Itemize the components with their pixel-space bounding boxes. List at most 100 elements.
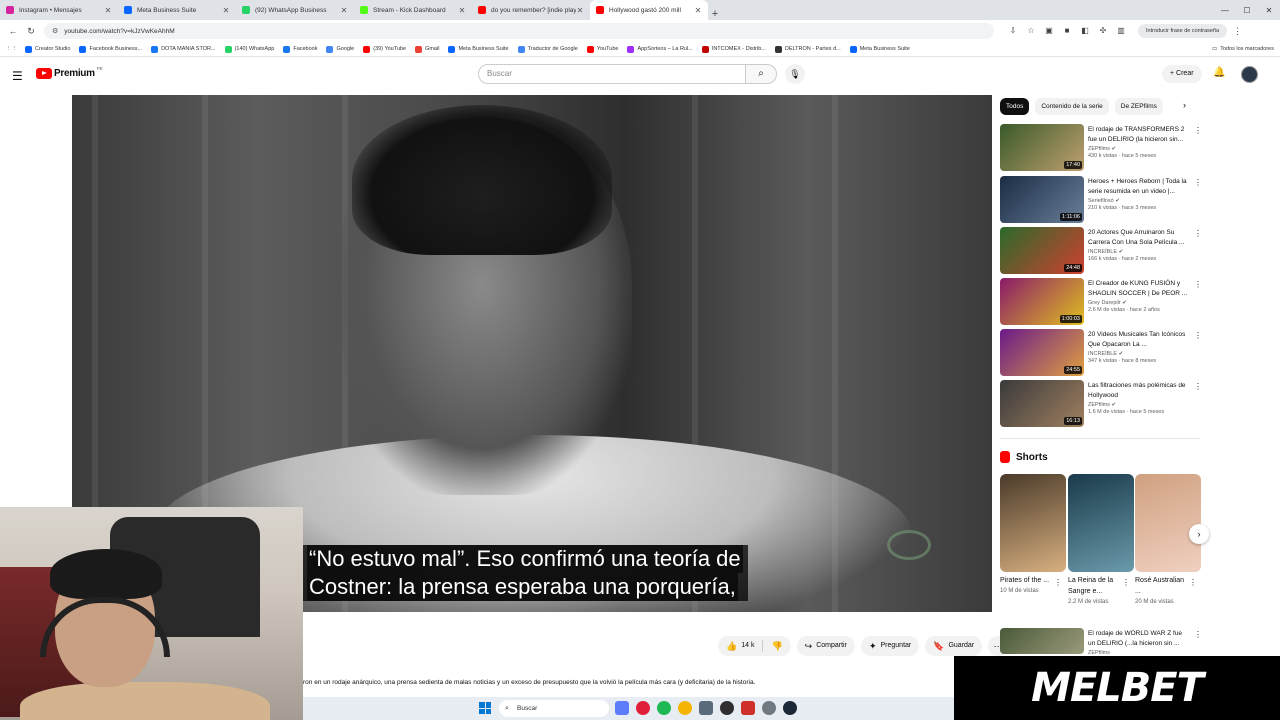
bookmark-item[interactable]: Facebook [283, 45, 317, 53]
browser-tab[interactable]: Stream - Kick Dashboard ✕ [354, 0, 472, 20]
bookmark-item[interactable]: Gmail [415, 45, 439, 53]
apps-icon[interactable]: ⋮⋮ [6, 46, 17, 52]
more-options-icon[interactable]: ⋮ [1194, 331, 1202, 340]
new-tab-button[interactable]: + [708, 8, 722, 20]
app-icon[interactable] [741, 701, 755, 715]
caption-line: Costner: la prensa esperaba una porquerí… [307, 573, 738, 601]
bookmark-item[interactable]: (140) WhatsApp [224, 45, 274, 53]
share-button[interactable]: ↪ Compartir [796, 636, 855, 656]
search-input[interactable]: Buscar [478, 64, 746, 84]
tab-close-icon[interactable]: ✕ [458, 6, 466, 15]
more-options-icon[interactable]: ⋮ [1189, 578, 1197, 587]
url-field[interactable]: ⚙ youtube.com/watch?v=kJzVwKeAhhM [44, 23, 994, 39]
filter-chip[interactable]: De ZEPfilms [1114, 97, 1163, 115]
windows-start-icon[interactable] [479, 702, 491, 714]
more-options-icon[interactable]: ⋮ [1194, 178, 1202, 187]
menu-icon[interactable]: ☰ [12, 69, 23, 83]
search-button[interactable]: ⌕ [745, 64, 777, 84]
recommendation-item[interactable]: 1:00:03 El Creador de KUNG FUSIÓN y SHAOL… [1000, 278, 1202, 326]
more-options-icon[interactable]: ⋮ [1054, 578, 1062, 587]
notifications-bell-icon[interactable]: 🔔 [1213, 67, 1225, 78]
extension-icon[interactable]: ◧ [1079, 25, 1091, 37]
more-options-icon[interactable]: ⋮ [1194, 280, 1202, 289]
minimize-icon[interactable]: — [1214, 6, 1236, 15]
steam-icon[interactable] [783, 701, 797, 715]
browser-tab[interactable]: Hollywood gastó 200 mill ✕ [590, 0, 708, 20]
more-options-icon[interactable]: ⋮ [1122, 578, 1130, 587]
reload-icon[interactable]: ↻ [24, 26, 38, 37]
recommendation-item[interactable]: 24:55 20 Videos Musicales Tan Icónicos Qu… [1000, 329, 1202, 377]
all-bookmarks[interactable]: ▭ Todos los marcadores [1212, 46, 1274, 52]
extension-icon[interactable]: ▣ [1043, 25, 1055, 37]
bookmark-item[interactable]: (39) YouTube [363, 45, 406, 53]
taskbar-search-input[interactable]: ⌕ Buscar [499, 700, 609, 717]
back-icon[interactable]: ← [6, 26, 20, 36]
video-description[interactable]: ron en un rodaje anárquico, una prensa s… [303, 679, 755, 686]
site-info-icon[interactable]: ⚙ [52, 27, 58, 35]
bookmark-item[interactable]: Google [326, 45, 354, 53]
extension-icon[interactable]: ■ [1061, 25, 1073, 37]
tab-close-icon[interactable]: ✕ [694, 6, 702, 15]
avatar[interactable] [1241, 66, 1258, 83]
browser-tab[interactable]: do you remember? [indie playli ✕ [472, 0, 590, 20]
shorts-next-icon[interactable]: › [1189, 524, 1209, 544]
youtube-logo[interactable]: Premium PE [36, 66, 103, 79]
chrome-icon[interactable] [678, 701, 692, 715]
bookmark-star-icon[interactable]: ☆ [1025, 25, 1037, 37]
recommendation-item[interactable]: 17:40 El rodaje de TRANSFORMERS 2 fue un … [1000, 124, 1202, 172]
bookmark-item[interactable]: Traductor de Google [517, 45, 578, 53]
tab-close-icon[interactable]: ✕ [340, 6, 348, 15]
channel-watermark-icon [887, 530, 931, 560]
tab-close-icon[interactable]: ✕ [576, 6, 584, 15]
browser-tab[interactable]: (92) WhatsApp Business ✕ [236, 0, 354, 20]
sidepanel-icon[interactable]: ▥ [1115, 25, 1127, 37]
browser-tab[interactable]: Meta Business Suite ✕ [118, 0, 236, 20]
more-options-icon[interactable]: ⋮ [1194, 382, 1202, 391]
close-window-icon[interactable]: ✕ [1258, 6, 1280, 15]
shorts-title: Shorts [1016, 451, 1048, 463]
bookmark-item[interactable]: Creator Studio [25, 45, 70, 53]
browser-menu-icon[interactable]: ⋮ [1233, 26, 1242, 37]
more-options-icon[interactable]: ⋮ [1194, 229, 1202, 238]
dislike-button[interactable]: 👎 [763, 636, 790, 656]
tab-close-icon[interactable]: ✕ [104, 6, 112, 15]
bookmark-label: Meta Business Suite [859, 46, 910, 52]
settings-icon[interactable] [762, 701, 776, 715]
create-button[interactable]: + Crear [1162, 65, 1202, 83]
spotify-icon[interactable] [657, 701, 671, 715]
short-item[interactable]: Pirates of the ... ⋮ 10 M de vistas [1000, 474, 1066, 594]
opera-icon[interactable] [636, 701, 650, 715]
filter-chip[interactable]: Todos [1000, 97, 1030, 115]
save-button[interactable]: 🔖 Guardar [925, 636, 983, 656]
ask-button[interactable]: ✦ Preguntar [860, 636, 920, 656]
bookmark-item[interactable]: Meta Business Suite [849, 45, 910, 53]
like-button[interactable]: 👍 14 k [718, 636, 762, 656]
short-item[interactable]: La Reina de la Sangre e... ⋮ 2.2 M de vist… [1068, 474, 1134, 605]
recommendation-item[interactable]: 1:11:06 Heroes + Heroes Reborn | Toda la … [1000, 176, 1202, 224]
bookmark-item[interactable]: Meta Business Suite [448, 45, 509, 53]
bookmark-item[interactable]: DOTA MANIA STOR... [151, 45, 216, 53]
chevron-right-icon[interactable]: › [1183, 100, 1186, 110]
browser-tab[interactable]: Instagram • Mensajes ✕ [0, 0, 118, 20]
more-options-icon[interactable]: ⋮ [1194, 126, 1202, 135]
channel-name: INCREÍBLE ✔ [1088, 249, 1124, 255]
bookmark-item[interactable]: AppSorteos – La Rul... [627, 45, 693, 53]
maximize-icon[interactable]: ☐ [1236, 6, 1258, 15]
bookmark-item[interactable]: YouTube [586, 45, 618, 53]
recommendation-item[interactable]: 24:48 20 Actores Que Arruinaron Su Carrer… [1000, 227, 1202, 275]
bookmark-item[interactable]: INTCOMEX - Distrib... [701, 45, 766, 53]
recommendation-item[interactable]: 16:13 Las filtraciones más polémicas de H… [1000, 380, 1202, 428]
bookmark-item[interactable]: DELTRON - Partes d... [774, 45, 841, 53]
verified-icon: ✔ [1111, 146, 1117, 152]
extensions-puzzle-icon[interactable]: ✣ [1097, 25, 1109, 37]
voice-search-icon[interactable]: 🎙 [785, 64, 805, 84]
bookmark-item[interactable]: Facebook Business... [79, 45, 142, 53]
install-icon[interactable]: ⇩ [1007, 25, 1019, 37]
password-chip[interactable]: Introducir frase de contraseña [1138, 24, 1228, 38]
tab-close-icon[interactable]: ✕ [222, 6, 230, 15]
obs-icon[interactable] [720, 701, 734, 715]
more-options-icon[interactable]: ⋮ [1194, 630, 1202, 639]
widget-icon[interactable] [615, 701, 629, 715]
calculator-icon[interactable] [699, 701, 713, 715]
filter-chip[interactable]: Contenido de la serie [1035, 97, 1109, 115]
